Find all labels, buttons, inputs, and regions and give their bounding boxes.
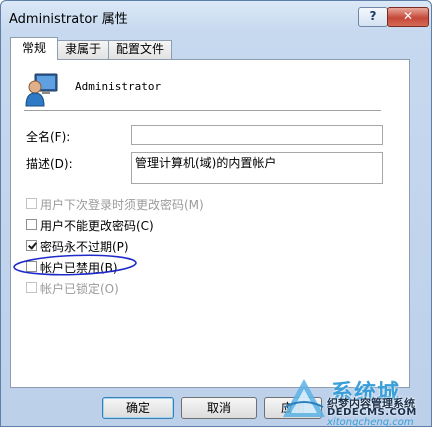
description-label: 描述(D): [26, 157, 73, 171]
full-name-field[interactable] [131, 125, 383, 145]
checkbox-label: 用户下次登录时须更改密码(M) [40, 198, 204, 212]
tab-general[interactable]: 常规 [10, 37, 58, 60]
checkbox-label: 密码永不过期(P) [40, 240, 129, 254]
watermark-line3: xitongcheng.com [327, 417, 414, 428]
description-field[interactable]: 管理计算机(域)的内置帐户 [131, 152, 383, 184]
properties-dialog: Administrator 属性 ? ✕ 常规 隶属于 配置文件 Adminis… [0, 0, 432, 428]
user-icon [25, 73, 58, 107]
checkbox-box[interactable] [26, 240, 37, 251]
close-icon[interactable]: ✕ [387, 7, 429, 27]
separator [24, 110, 381, 112]
checkbox-label: 帐户已禁用(B) [40, 261, 118, 275]
must-change-password-checkbox[interactable]: 用户下次登录时须更改密码(M) [26, 196, 204, 212]
full-name-label: 全名(F): [26, 130, 71, 144]
checkbox-box[interactable] [26, 282, 37, 293]
user-name: Administrator [75, 80, 162, 93]
password-never-expires-checkbox[interactable]: 密码永不过期(P) [26, 238, 129, 254]
account-disabled-checkbox[interactable]: 帐户已禁用(B) [26, 259, 118, 275]
window-title: Administrator 属性 [9, 12, 128, 27]
help-icon[interactable]: ? [358, 7, 388, 27]
tab-member-of[interactable]: 隶属于 [57, 40, 109, 59]
tab-profile[interactable]: 配置文件 [108, 40, 172, 59]
checkbox-box[interactable] [26, 198, 37, 209]
ok-button[interactable]: 确定 [102, 397, 174, 419]
checkbox-box[interactable] [26, 261, 37, 272]
account-locked-checkbox[interactable]: 帐户已锁定(O) [26, 280, 119, 296]
watermark-logo-icon [283, 379, 325, 417]
cannot-change-password-checkbox[interactable]: 用户不能更改密码(C) [26, 217, 154, 233]
checkbox-label: 帐户已锁定(O) [40, 282, 119, 296]
title-bar: Administrator 属性 ? ✕ [1, 1, 431, 31]
cancel-button[interactable]: 取消 [181, 397, 257, 419]
checkbox-label: 用户不能更改密码(C) [40, 219, 154, 233]
watermark: 系统城 织梦内容管理系统 DEDECMS.COM xitongcheng.com [279, 373, 432, 428]
checkbox-box[interactable] [26, 219, 37, 230]
general-tab-panel: Administrator 全名(F): 描述(D): 管理计算机(域)的内置帐… [10, 59, 410, 388]
